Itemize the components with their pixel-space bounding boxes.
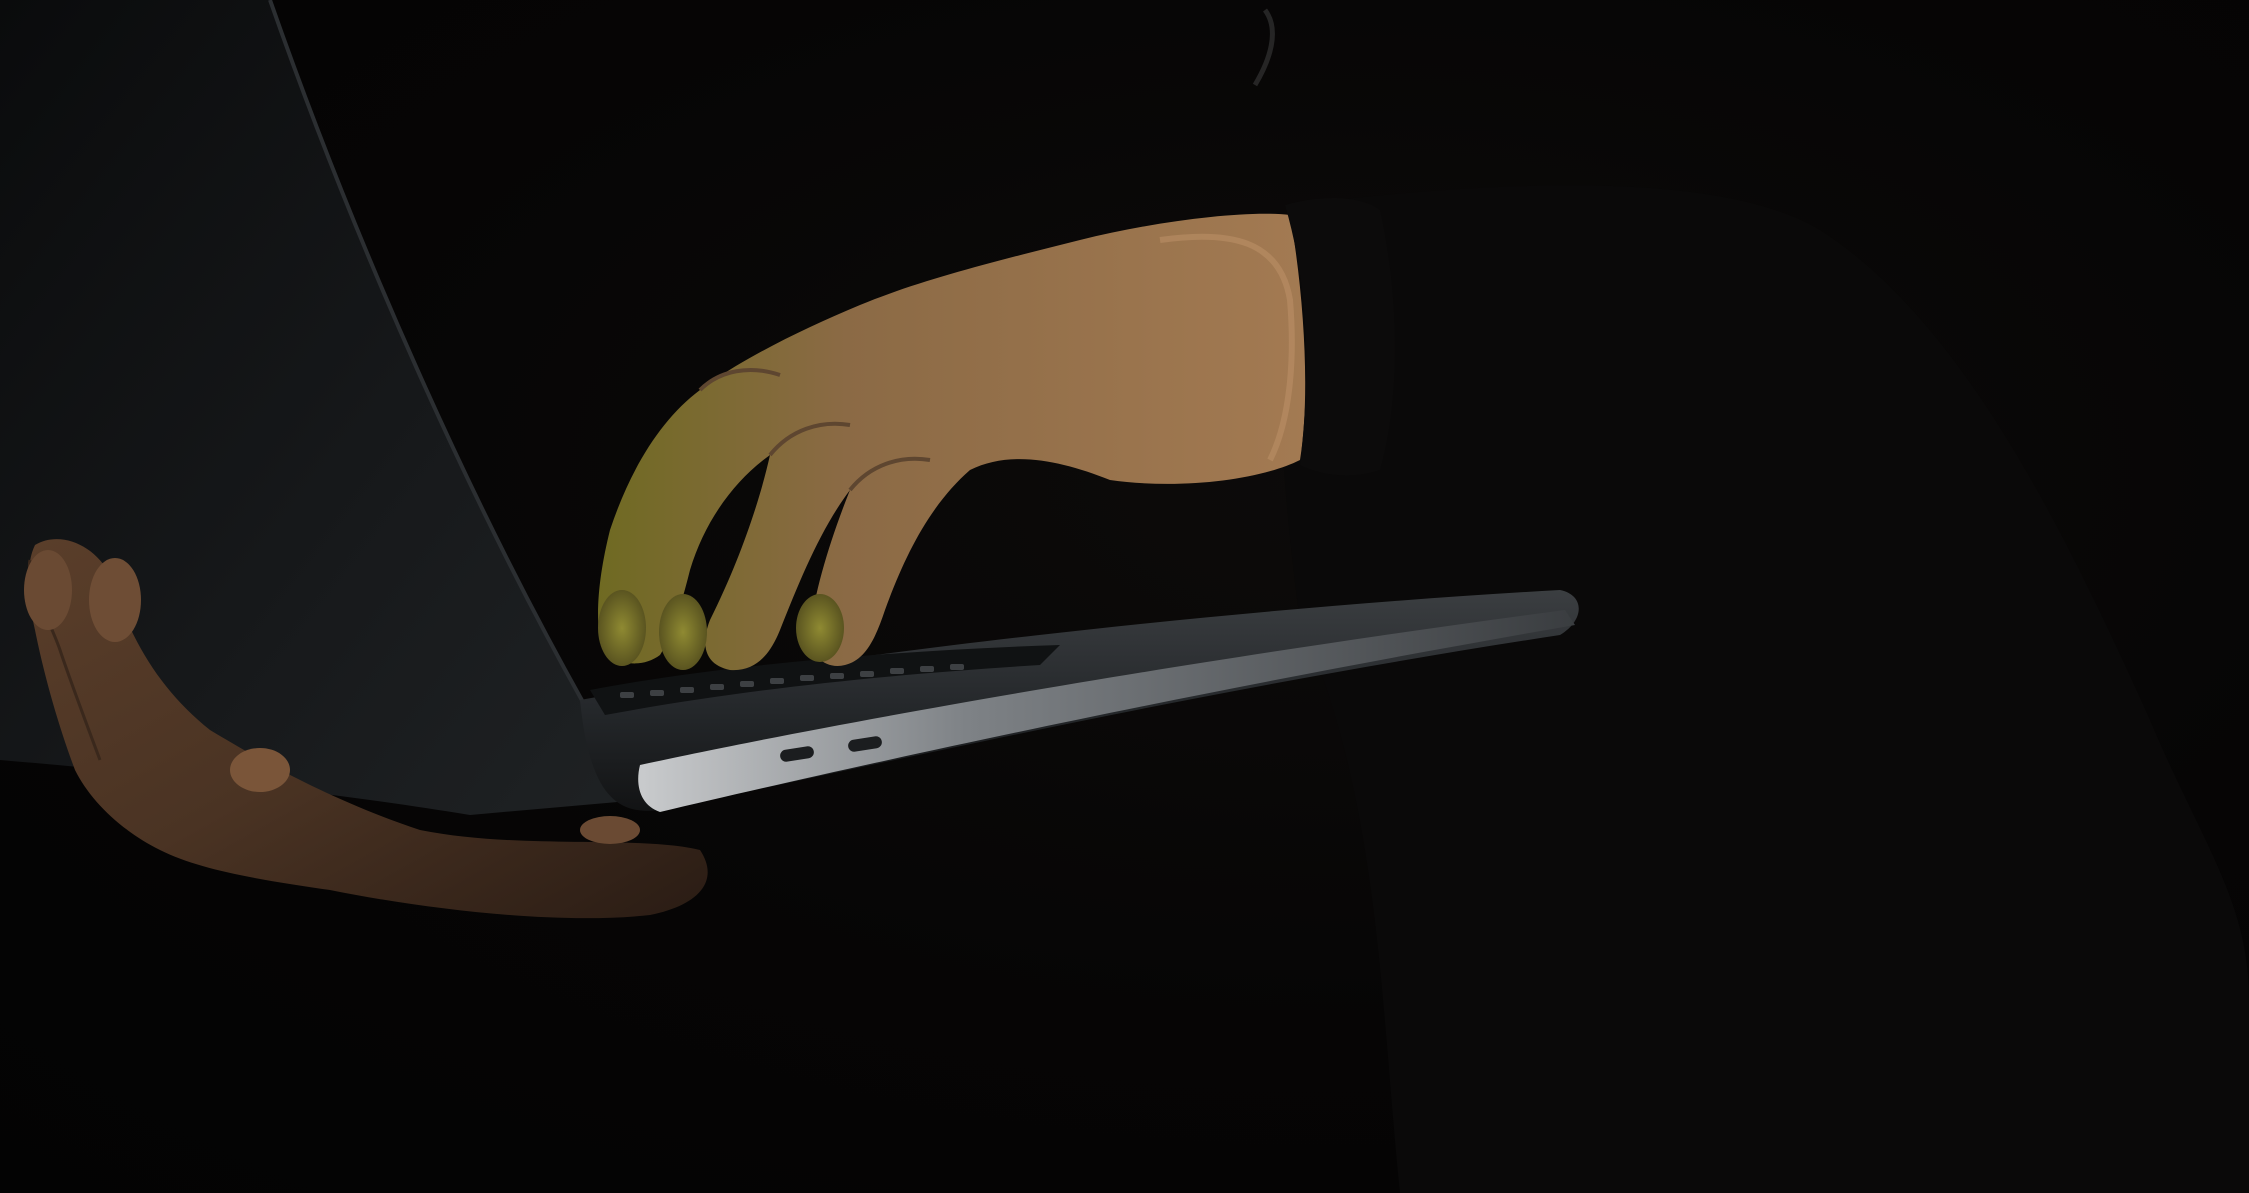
zipper-glint [1252, 8, 1275, 87]
finger-tip-2 [659, 594, 707, 670]
photo-scene [0, 0, 2249, 1193]
finger-tip-1 [598, 590, 646, 666]
photo-illustration [0, 0, 2249, 1193]
sleeve-shape [1279, 185, 2249, 1193]
typing-hand [598, 213, 1306, 671]
finger-tip-3 [796, 594, 844, 662]
